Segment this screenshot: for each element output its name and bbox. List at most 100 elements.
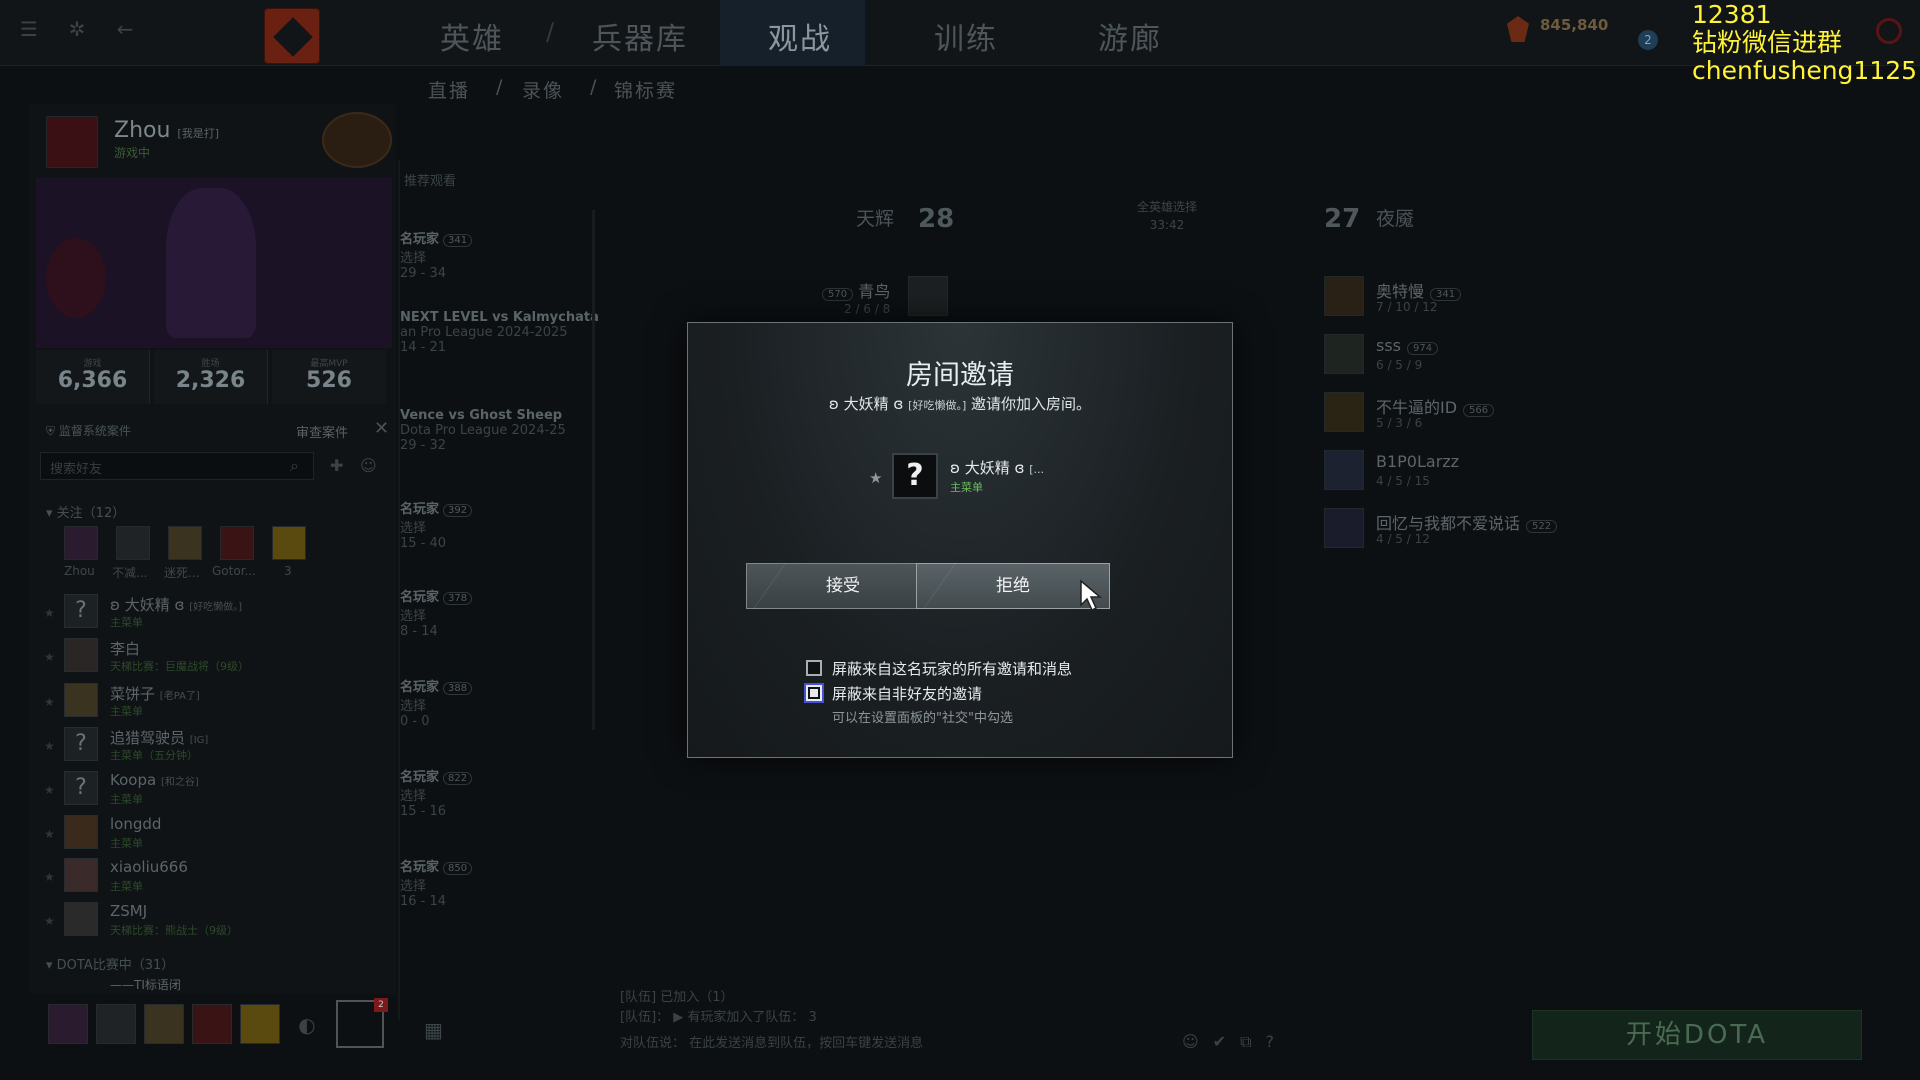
friend-name[interactable]: 菜饼子 [老PA了] — [110, 683, 200, 704]
live-match-item[interactable]: NEXT LEVEL vs Kalmychata an Pro League 2… — [400, 310, 599, 355]
dire-player[interactable]: 奥特慢 341 — [1376, 278, 1462, 302]
player-avatar[interactable] — [1324, 276, 1364, 316]
player-avatar[interactable] — [1324, 450, 1364, 490]
live-match-item[interactable]: Vence vs Ghost Sheep Dota Pro League 202… — [400, 408, 590, 453]
favorite-star-icon[interactable]: ★ — [44, 695, 55, 709]
inviter-avatar[interactable]: ? — [892, 453, 938, 499]
menu-icon[interactable]: ☰ — [16, 16, 42, 42]
shards-balance[interactable]: 845,840 — [1540, 16, 1608, 34]
dire-player[interactable]: 不牛逼的ID 566 — [1376, 394, 1495, 418]
back-arrow-icon[interactable]: ← — [112, 16, 138, 42]
friend-avatar[interactable]: ? — [64, 771, 98, 805]
live-match-item[interactable]: 名玩家 378 选择 8 - 14 — [400, 586, 590, 639]
radiant-player[interactable]: 570 青鸟 — [816, 278, 890, 302]
dota-group-header[interactable]: ▾ DOTA比赛中（31） — [46, 954, 174, 973]
favorite-star-icon[interactable]: ★ — [44, 827, 55, 841]
dire-player[interactable]: sss 974 — [1376, 336, 1439, 355]
chat-tools[interactable]: ☺✔⧉? — [1182, 1032, 1288, 1052]
favorite-avatar[interactable] — [64, 526, 98, 560]
profile-avatar[interactable] — [46, 116, 98, 168]
invite-text: 邀请你加入房间。 — [971, 395, 1092, 413]
match-list-scrollbar[interactable] — [592, 210, 595, 730]
recent-avatar[interactable] — [240, 1004, 280, 1044]
player-avatar[interactable] — [908, 276, 948, 316]
favorite-avatar[interactable] — [220, 526, 254, 560]
subnav-tournaments[interactable]: 锦标赛 — [614, 76, 677, 103]
friend-avatar[interactable] — [64, 815, 98, 849]
friend-avatar[interactable] — [64, 902, 98, 936]
friend-avatar[interactable]: ? — [64, 594, 98, 628]
gear-icon[interactable]: ✲ — [64, 16, 90, 42]
player-avatar[interactable] — [1324, 392, 1364, 432]
favorite-star-icon[interactable]: ★ — [44, 739, 55, 753]
recent-avatar[interactable] — [144, 1004, 184, 1044]
friend-name[interactable]: 追猎驾驶员 [IG] — [110, 727, 208, 748]
player-avatar[interactable] — [1324, 334, 1364, 374]
profile-name[interactable]: Zhou [我是打] — [114, 118, 219, 143]
hero-showcase-image[interactable] — [36, 178, 392, 348]
live-match-item[interactable]: 名玩家 341 选择 29 - 34 — [400, 228, 590, 281]
friends-list-icon[interactable]: ☺ — [360, 456, 377, 475]
live-match-item[interactable]: 名玩家 388 选择 0 - 0 — [400, 676, 590, 729]
voice-icon[interactable]: ◐ — [294, 1012, 320, 1038]
notification-badge[interactable]: 2 — [1638, 30, 1658, 50]
live-match-item[interactable]: 名玩家 822 选择 15 - 16 — [400, 766, 590, 819]
subnav-live[interactable]: 直播 — [428, 76, 470, 103]
favorite-star-icon[interactable]: ★ — [44, 606, 55, 620]
block-nonfriends-label[interactable]: 屏蔽来自非好友的邀请 — [832, 683, 982, 704]
favorite-name: Gotor... — [212, 564, 256, 578]
dire-player[interactable]: B1P0Larzz — [1376, 452, 1459, 471]
star-icon[interactable]: ★ — [869, 469, 882, 487]
friend-avatar[interactable] — [64, 638, 98, 672]
close-icon[interactable]: ✕ — [374, 418, 389, 439]
live-match-item[interactable]: 名玩家 850 选择 16 - 14 — [400, 856, 590, 909]
friend-name[interactable]: 李白 — [110, 638, 140, 659]
review-cases-button[interactable]: 审查案件 — [296, 422, 348, 441]
block-player-label[interactable]: 屏蔽来自这名玩家的所有邀请和消息 — [832, 658, 1072, 679]
stat-wins: 胜场 2,326 — [154, 350, 268, 404]
match-title-text: 名玩家 — [400, 232, 440, 247]
search-icon[interactable]: ⌕ — [290, 456, 299, 476]
friend-status: 主菜单 — [110, 880, 143, 893]
dire-player[interactable]: 回忆与我都不爱说话 522 — [1376, 510, 1558, 534]
friend-name[interactable]: ʚ 大妖精 ɞ [好吃懒做。] — [110, 594, 242, 615]
recent-avatar[interactable] — [96, 1004, 136, 1044]
nav-heroes[interactable]: 英雄 — [440, 14, 504, 57]
favorite-star-icon[interactable]: ★ — [44, 914, 55, 928]
live-match-item[interactable]: 名玩家 392 选择 15 - 40 — [400, 498, 590, 551]
friend-avatar[interactable] — [64, 858, 98, 892]
nav-arcade[interactable]: 游廊 — [1098, 14, 1162, 57]
block-player-checkbox[interactable] — [806, 660, 822, 676]
subnav-replays[interactable]: 录像 — [522, 76, 564, 103]
accept-button[interactable]: 接受 — [746, 563, 940, 609]
favorite-star-icon[interactable]: ★ — [44, 650, 55, 664]
recent-avatar[interactable] — [192, 1004, 232, 1044]
favorites-group-header[interactable]: ▾ 关注（12） — [46, 502, 125, 521]
dota-logo[interactable] — [264, 8, 320, 64]
friend-avatar[interactable]: ? — [64, 727, 98, 761]
grid-icon[interactable]: ▦ — [424, 1018, 443, 1042]
friend-name[interactable]: xiaoliu666 — [110, 858, 188, 876]
favorite-star-icon[interactable]: ★ — [44, 783, 55, 797]
favorite-star-icon[interactable]: ★ — [44, 870, 55, 884]
friend-name[interactable]: ZSMJ — [110, 902, 147, 920]
power-icon[interactable] — [1876, 18, 1902, 44]
nav-watch[interactable]: 观战 — [768, 14, 832, 57]
friend-avatar[interactable] — [64, 683, 98, 717]
recent-avatar[interactable] — [48, 1004, 88, 1044]
favorite-avatar[interactable] — [272, 526, 306, 560]
favorite-avatar[interactable] — [168, 526, 202, 560]
player-avatar[interactable] — [1324, 508, 1364, 548]
friend-name[interactable]: Koopa [和之谷] — [110, 771, 199, 789]
favorite-avatar[interactable] — [116, 526, 150, 560]
nav-armory[interactable]: 兵器库 — [592, 14, 688, 57]
friend-name[interactable]: longdd — [110, 815, 161, 833]
play-dota-button[interactable]: 开始DOTA — [1532, 1010, 1862, 1060]
add-friend-icon[interactable]: ✚ — [330, 456, 343, 475]
nav-learn[interactable]: 训练 — [934, 14, 998, 57]
block-nonfriends-checkbox[interactable] — [806, 685, 822, 701]
chat-input[interactable]: 对队伍说： 在此发送消息到队伍，按回车键发送消息 — [620, 1032, 923, 1051]
rank-emblem-icon[interactable] — [322, 112, 392, 168]
nav-separator: / — [546, 18, 555, 46]
dialog-title: 房间邀请 — [906, 360, 1014, 391]
